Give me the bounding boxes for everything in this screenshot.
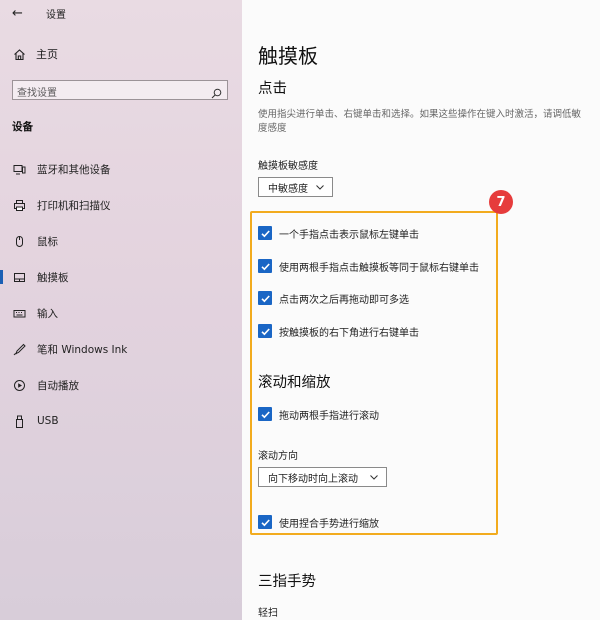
tap-description: 使用指尖进行单击、右键单击和选择。如果这些操作在键入时激活，请调低敏度感度 <box>258 109 582 134</box>
checkbox-checked-icon[interactable] <box>258 407 272 421</box>
checkbox-label: 使用两根手指点击触摸板等同于鼠标右键单击 <box>279 262 479 274</box>
sidebar-item-label: 打印机和扫描仪 <box>37 199 111 212</box>
annotation-badge: 7 <box>489 190 513 214</box>
checkbox-checked-icon[interactable] <box>258 291 272 305</box>
sidebar-item-label: 蓝牙和其他设备 <box>37 163 111 176</box>
checkbox-checked-icon[interactable] <box>258 226 272 240</box>
sidebar-item-label: 鼠标 <box>37 235 58 248</box>
section-heading-scroll-zoom: 滚动和缩放 <box>258 375 331 391</box>
page-title: 触摸板 <box>258 44 318 68</box>
sidebar-item-autoplay[interactable]: 自动播放 <box>0 374 242 396</box>
sidebar-item-mouse[interactable]: 鼠标 <box>0 230 242 252</box>
home-icon <box>12 47 26 61</box>
swipe-label: 轻扫 <box>258 608 278 619</box>
sidebar-item-printers[interactable]: 打印机和扫描仪 <box>0 194 242 216</box>
checkbox-double-tap-drag[interactable]: 点击两次之后再拖动即可多选 <box>258 290 409 306</box>
printer-icon <box>12 198 26 212</box>
section-label-devices: 设备 <box>12 121 33 133</box>
search-box[interactable] <box>12 80 228 103</box>
sidebar-item-label: 自动播放 <box>37 379 79 392</box>
sidebar-item-typing[interactable]: 输入 <box>0 302 242 324</box>
sidebar-item-label: 笔和 Windows Ink <box>37 343 128 356</box>
sidebar-item-bluetooth[interactable]: 蓝牙和其他设备 <box>0 158 242 180</box>
checkbox-label: 点击两次之后再拖动即可多选 <box>279 294 409 306</box>
sidebar: ← 设置 主页 设备 蓝牙和其他设备 打印机和扫描仪 鼠标 <box>0 0 242 620</box>
scroll-direction-value: 向下移动时向上滚动 <box>268 473 358 485</box>
checkbox-checked-icon[interactable] <box>258 324 272 338</box>
usb-icon <box>12 414 26 428</box>
checkbox-label: 按触摸板的右下角进行右键单击 <box>279 327 419 339</box>
chevron-down-icon <box>315 182 325 195</box>
sensitivity-dropdown[interactable]: 中敏感度 <box>258 177 333 197</box>
search-icon[interactable] <box>211 84 222 103</box>
sidebar-item-usb[interactable]: USB <box>0 410 242 432</box>
pen-icon <box>12 342 26 356</box>
autoplay-icon <box>12 378 26 392</box>
search-input[interactable] <box>13 84 202 103</box>
scroll-direction-dropdown[interactable]: 向下移动时向上滚动 <box>258 467 387 487</box>
mouse-icon <box>12 234 26 248</box>
back-arrow-icon[interactable]: ← <box>12 6 28 21</box>
app-title: 设置 <box>46 9 66 21</box>
sensitivity-label: 触摸板敏感度 <box>258 161 318 172</box>
title-bar: ← 设置 <box>12 4 66 22</box>
scroll-direction-label: 滚动方向 <box>258 451 298 462</box>
sensitivity-value: 中敏感度 <box>268 183 308 195</box>
chevron-down-icon <box>369 472 379 485</box>
checkbox-one-finger-tap[interactable]: 一个手指点击表示鼠标左键单击 <box>258 225 419 241</box>
checkbox-bottom-right-click[interactable]: 按触摸板的右下角进行右键单击 <box>258 323 419 339</box>
sidebar-item-label: 输入 <box>37 307 58 320</box>
sidebar-item-pen[interactable]: 笔和 Windows Ink <box>0 338 242 360</box>
sidebar-item-touchpad[interactable]: 触摸板 <box>0 266 242 288</box>
checkbox-label: 使用捏合手势进行缩放 <box>279 518 379 530</box>
sidebar-item-label: USB <box>37 415 59 427</box>
section-heading-tap: 点击 <box>258 81 287 97</box>
checkbox-checked-icon[interactable] <box>258 515 272 529</box>
touchpad-icon <box>12 270 26 284</box>
checkbox-label: 拖动两根手指进行滚动 <box>279 410 379 422</box>
checkbox-two-finger-scroll[interactable]: 拖动两根手指进行滚动 <box>258 406 379 422</box>
section-heading-three-finger: 三指手势 <box>258 574 316 590</box>
home-label: 主页 <box>36 48 58 61</box>
keyboard-icon <box>12 306 26 320</box>
sidebar-item-home[interactable]: 主页 <box>12 46 58 62</box>
checkbox-pinch-zoom[interactable]: 使用捏合手势进行缩放 <box>258 514 379 530</box>
bluetooth-devices-icon <box>12 162 26 176</box>
checkbox-checked-icon[interactable] <box>258 259 272 273</box>
checkbox-label: 一个手指点击表示鼠标左键单击 <box>279 229 419 241</box>
sidebar-item-label: 触摸板 <box>37 271 69 284</box>
checkbox-two-finger-right-click[interactable]: 使用两根手指点击触摸板等同于鼠标右键单击 <box>258 258 479 274</box>
